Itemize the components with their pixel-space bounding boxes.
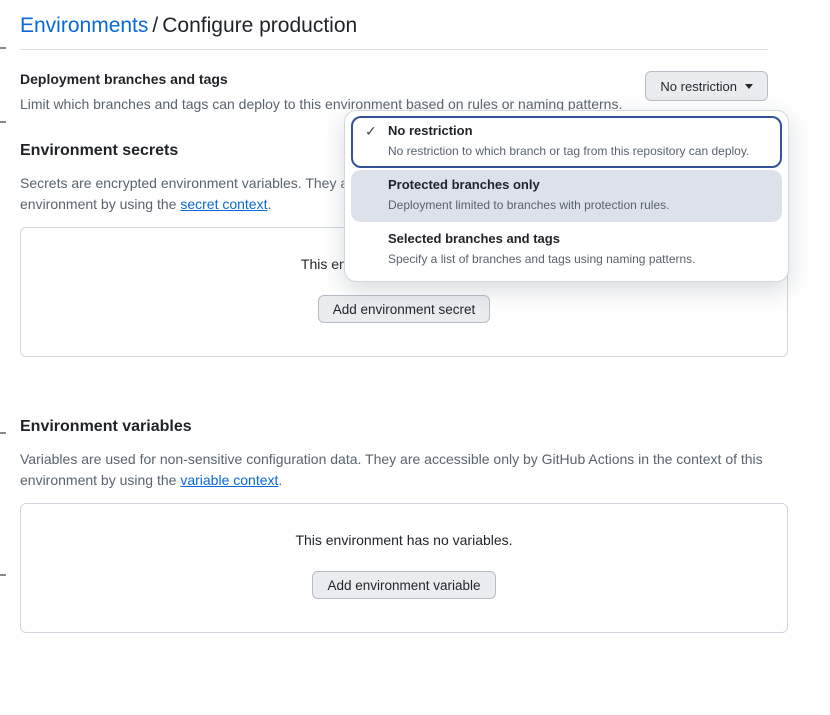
environment-variables-heading: Environment variables	[20, 418, 768, 436]
variables-empty-box: This environment has no variables. Add e…	[20, 503, 788, 633]
caret-down-icon	[745, 84, 753, 89]
variables-description-period: .	[278, 472, 282, 488]
menu-item-protected-branches-only[interactable]: Protected branches only Deployment limit…	[351, 170, 782, 222]
page-title: Environments/Configure production	[20, 14, 768, 38]
menu-item-title: Protected branches only	[388, 177, 768, 192]
secret-context-link[interactable]: secret context	[180, 196, 267, 212]
secrets-description-period: .	[267, 196, 271, 212]
main-content: Environments/Configure production Deploy…	[0, 0, 810, 633]
variables-description-text: Variables are used for non-sensitive con…	[20, 451, 763, 488]
menu-item-selected-branches-and-tags[interactable]: Selected branches and tags Specify a lis…	[351, 224, 782, 276]
deployment-branches-heading: Deployment branches and tags	[20, 71, 622, 87]
deployment-branches-section: Deployment branches and tags Limit which…	[20, 71, 768, 115]
menu-item-no-restriction[interactable]: ✓ No restriction No restriction to which…	[351, 116, 782, 168]
menu-item-title: Selected branches and tags	[388, 231, 768, 246]
branch-policy-select-label: No restriction	[660, 79, 737, 94]
variables-empty-text: This environment has no variables.	[295, 532, 512, 548]
menu-item-title: No restriction	[388, 123, 768, 138]
environment-variables-description: Variables are used for non-sensitive con…	[20, 449, 768, 491]
branch-policy-select-button[interactable]: No restriction	[645, 71, 768, 101]
header-divider	[20, 49, 768, 50]
environments-settings-page: Environments/Configure production Deploy…	[0, 0, 830, 715]
deployment-branches-text: Deployment branches and tags Limit which…	[20, 71, 622, 115]
variable-context-link[interactable]: variable context	[180, 472, 278, 488]
breadcrumb-separator: /	[152, 14, 158, 37]
breadcrumb-environments-link[interactable]: Environments	[20, 14, 148, 37]
check-icon: ✓	[365, 123, 377, 140]
page-title-text: Configure production	[162, 14, 357, 37]
add-environment-secret-button[interactable]: Add environment secret	[318, 295, 491, 323]
menu-item-description: Specify a list of branches and tags usin…	[388, 252, 768, 267]
branch-policy-dropdown-menu: ✓ No restriction No restriction to which…	[344, 110, 789, 282]
menu-item-description: No restriction to which branch or tag fr…	[388, 144, 768, 159]
add-environment-variable-button[interactable]: Add environment variable	[312, 571, 495, 599]
menu-item-description: Deployment limited to branches with prot…	[388, 198, 768, 213]
